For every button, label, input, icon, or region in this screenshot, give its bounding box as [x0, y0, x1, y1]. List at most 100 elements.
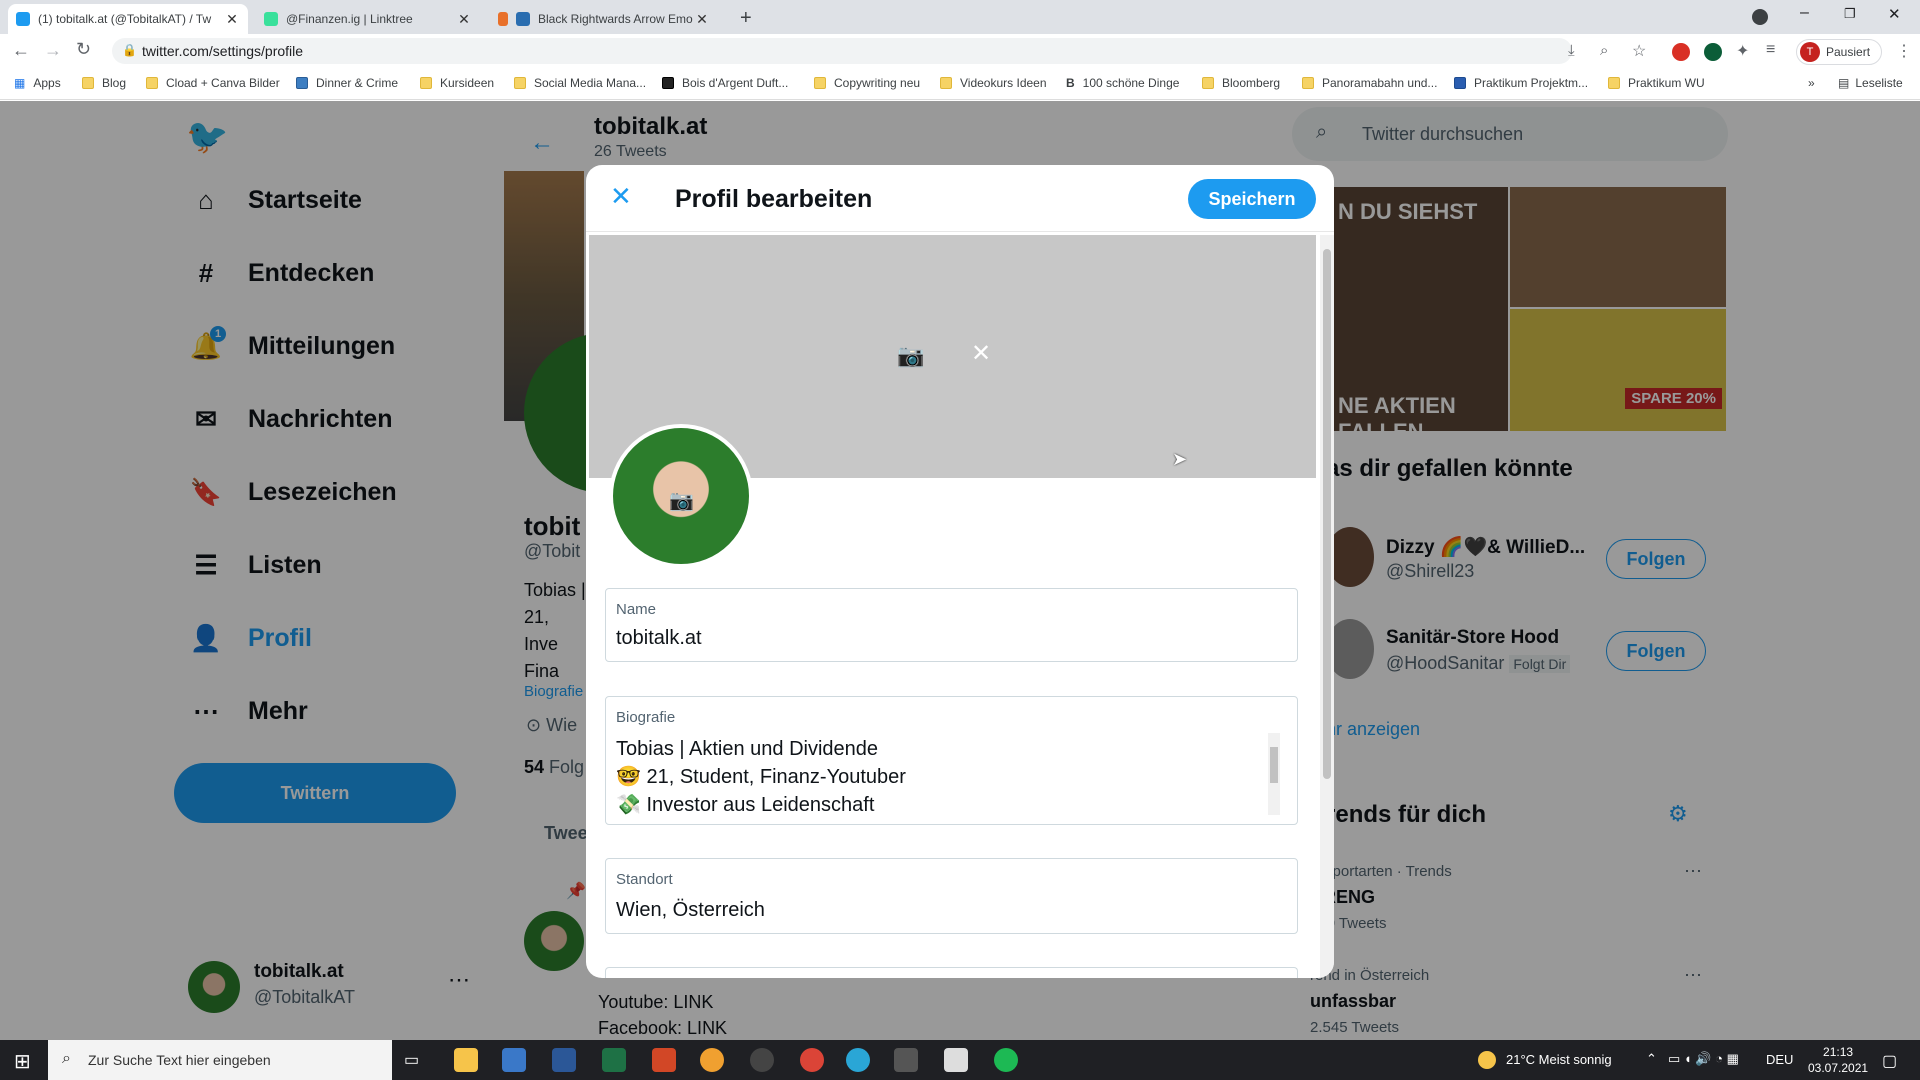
- bookmark-item[interactable]: Blog: [82, 76, 126, 90]
- save-button[interactable]: Speichern: [1188, 179, 1316, 219]
- excel-icon[interactable]: [602, 1048, 626, 1072]
- bookmark-item[interactable]: Cload + Canva Bilder: [146, 76, 280, 90]
- location-field[interactable]: Standort Wien, Österreich: [605, 858, 1298, 934]
- bookmark-apps[interactable]: ▦ Apps: [14, 76, 61, 90]
- close-tab-icon[interactable]: ✕: [456, 11, 472, 28]
- firefox-icon[interactable]: [700, 1048, 724, 1072]
- remove-banner-icon[interactable]: ✕: [971, 339, 991, 368]
- bookmark-item[interactable]: Social Media Mana...: [514, 76, 646, 90]
- windows-start-icon[interactable]: ⊞: [14, 1049, 31, 1074]
- bio-textarea[interactable]: Tobias | Aktien und Dividende 🤓 21, Stud…: [616, 735, 906, 819]
- new-tab-icon[interactable]: +: [740, 7, 752, 30]
- star-icon[interactable]: ☆: [1632, 41, 1646, 61]
- bookmark-item[interactable]: Bois d'Argent Duft...: [662, 76, 788, 90]
- bookmark-item[interactable]: Praktikum Projektm...: [1454, 76, 1588, 90]
- bookmark-item[interactable]: Dinner & Crime: [296, 76, 398, 90]
- close-icon[interactable]: ✕: [610, 181, 632, 212]
- browser-tab-emoji[interactable]: Black Rightwards Arrow Emo ✕: [490, 4, 718, 34]
- camera-icon[interactable]: 📷: [897, 343, 924, 369]
- dialog-scrollbar[interactable]: [1320, 235, 1334, 978]
- language-indicator[interactable]: DEU: [1766, 1052, 1793, 1067]
- bio-scrollbar[interactable]: [1268, 733, 1280, 815]
- twitter-favicon-icon: [16, 12, 30, 26]
- task-view-icon[interactable]: ▭: [404, 1050, 428, 1074]
- reload-icon[interactable]: ↻: [76, 39, 91, 60]
- tray-icons[interactable]: ▭ ◖ 🔊 ◔ ▦: [1668, 1051, 1739, 1067]
- app-icon[interactable]: [944, 1048, 968, 1072]
- folder-icon: [940, 77, 952, 89]
- emoji-favicon-icon: [516, 12, 530, 26]
- spotify-icon[interactable]: [994, 1048, 1018, 1072]
- edge-icon[interactable]: [846, 1048, 870, 1072]
- bookmark-item[interactable]: Bloomberg: [1202, 76, 1280, 90]
- profile-avatar: T: [1800, 42, 1820, 62]
- folder-icon: [1302, 77, 1314, 89]
- bio-line: Tobias | Aktien und Dividende: [616, 738, 879, 760]
- maximize-icon[interactable]: ❐: [1844, 6, 1856, 22]
- close-tab-icon[interactable]: ✕: [694, 11, 710, 28]
- profile-button[interactable]: T Pausiert: [1796, 39, 1882, 65]
- face-emoji-icon: 🤓: [616, 766, 647, 788]
- bookmark-item[interactable]: B 100 schöne Dinge: [1066, 76, 1179, 90]
- folder-icon: [514, 77, 526, 89]
- folder-icon: [1608, 77, 1620, 89]
- weather-text[interactable]: 21°C Meist sonnig: [1506, 1052, 1612, 1067]
- weather-icon[interactable]: [1478, 1051, 1496, 1069]
- bio-field[interactable]: Biografie Tobias | Aktien und Dividende …: [605, 696, 1298, 825]
- reading-list-icon: ▤: [1838, 76, 1850, 90]
- camera-icon[interactable]: 📷: [669, 488, 694, 513]
- lock-icon: 🔒: [122, 43, 137, 57]
- minimize-icon[interactable]: –: [1800, 4, 1809, 22]
- reading-list[interactable]: ▤ Leseliste: [1838, 76, 1903, 90]
- back-icon[interactable]: ←: [12, 40, 30, 61]
- name-field[interactable]: Name tobitalk.at: [605, 588, 1298, 662]
- dialog-scroll-thumb[interactable]: [1323, 249, 1331, 779]
- taskbar-search-input[interactable]: ⌕ Zur Suche Text hier eingeben: [48, 1040, 392, 1080]
- location-value[interactable]: Wien, Österreich: [616, 899, 765, 922]
- puzzle-icon[interactable]: ✦: [1736, 41, 1749, 61]
- bookmark-item[interactable]: Praktikum WU: [1608, 76, 1705, 90]
- app-icon[interactable]: [894, 1048, 918, 1072]
- browser-tab-linktree[interactable]: @Finanzen.ig | Linktree ✕: [256, 4, 480, 34]
- folder-icon: [420, 77, 432, 89]
- notification-center-icon[interactable]: ▢: [1882, 1051, 1897, 1071]
- tray-chevron-icon[interactable]: ⌃: [1646, 1051, 1657, 1067]
- menu-icon[interactable]: ⋮: [1896, 41, 1912, 61]
- grammarly-icon[interactable]: [1704, 43, 1722, 61]
- powerpoint-icon[interactable]: [652, 1048, 676, 1072]
- obs-icon[interactable]: [750, 1048, 774, 1072]
- bookmark-item[interactable]: Panoramabahn und...: [1302, 76, 1437, 90]
- file-explorer-icon[interactable]: [454, 1048, 478, 1072]
- chrome-icon[interactable]: [800, 1048, 824, 1072]
- extension-icon[interactable]: [1672, 43, 1690, 61]
- bio-line: 🤓 21, Student, Finanz-Youtuber: [616, 766, 906, 788]
- mail-app-icon[interactable]: [502, 1048, 526, 1072]
- bookmark-item[interactable]: Videokurs Ideen: [940, 76, 1047, 90]
- bookmark-item[interactable]: Kursideen: [420, 76, 494, 90]
- close-tab-icon[interactable]: ✕: [224, 11, 240, 28]
- url-text: twitter.com/settings/profile: [142, 43, 304, 59]
- address-bar[interactable]: 🔒 twitter.com/settings/profile: [112, 38, 1572, 64]
- install-icon[interactable]: ⤓: [1568, 42, 1575, 59]
- chevron-more-icon[interactable]: »: [1808, 76, 1815, 90]
- header-divider: [586, 231, 1334, 232]
- zoom-icon[interactable]: ⌕: [1600, 42, 1608, 59]
- name-value[interactable]: tobitalk.at: [616, 627, 702, 650]
- forward-icon[interactable]: →: [44, 40, 62, 61]
- browser-tab-twitter[interactable]: (1) tobitalk.at (@TobitalkAT) / Tw ✕: [8, 4, 248, 34]
- name-label: Name: [616, 601, 657, 618]
- bookmark-item[interactable]: Copywriting neu: [814, 76, 920, 90]
- media-icon[interactable]: ≡: [1766, 41, 1775, 59]
- b-icon: B: [1066, 76, 1075, 90]
- dialog-title: Profil bearbeiten: [675, 185, 873, 213]
- folder-icon: [296, 77, 308, 89]
- tab-title: (1) tobitalk.at (@TobitalkAT) / Tw: [38, 12, 212, 26]
- tab-search-icon[interactable]: [1752, 9, 1768, 25]
- bio-scroll-thumb[interactable]: [1270, 747, 1278, 783]
- avatar-upload[interactable]: 📷: [609, 424, 753, 568]
- word-icon[interactable]: [552, 1048, 576, 1072]
- website-field[interactable]: [605, 967, 1298, 978]
- bookmarks-bar: ▦ Apps Blog Cload + Canva Bilder Dinner &…: [0, 68, 1920, 100]
- close-window-icon[interactable]: ✕: [1888, 5, 1901, 23]
- clock[interactable]: 21:13 03.07.2021: [1808, 1044, 1868, 1076]
